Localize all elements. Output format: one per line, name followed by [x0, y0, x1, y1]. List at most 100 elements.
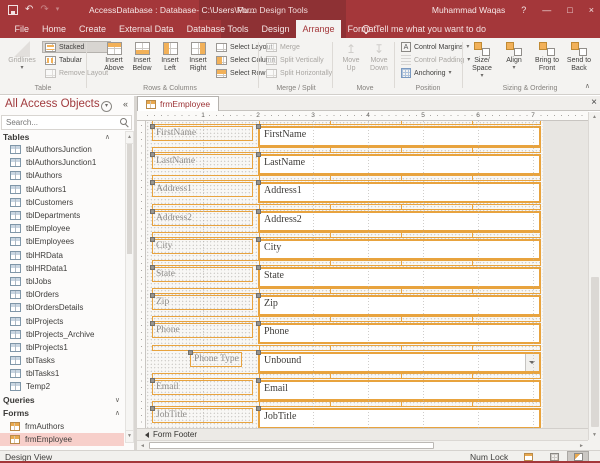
field-label-phone-type[interactable]: Phone Type	[190, 352, 242, 367]
maximize-button[interactable]: □	[567, 5, 572, 15]
scrollbar-thumb[interactable]	[591, 277, 599, 427]
text-box-firstname[interactable]: FirstName	[258, 126, 541, 147]
move-down-button[interactable]: ↧ Move Down	[366, 40, 392, 73]
text-box-lastname[interactable]: LastName	[258, 154, 541, 175]
user-name[interactable]: Muhammad Waqas	[432, 5, 505, 15]
scroll-up-icon[interactable]: ▲	[589, 112, 600, 122]
selection-handle[interactable]	[256, 293, 261, 298]
field-label-phone[interactable]: Phone	[152, 323, 253, 338]
text-box-address2[interactable]: Address2	[258, 211, 541, 232]
nav-group-tables[interactable]: Tables ∧	[0, 130, 124, 143]
merge-button[interactable]: Merge	[263, 41, 335, 53]
undo-icon[interactable]: ↶	[25, 5, 33, 15]
navigation-scrollbar[interactable]: ▲ ▼	[125, 131, 134, 443]
nav-item-tblorders[interactable]: tblOrders	[0, 288, 124, 301]
scroll-down-icon[interactable]: ▼	[589, 430, 600, 440]
selection-handle[interactable]	[188, 350, 193, 355]
scrollbar-thumb[interactable]	[127, 144, 132, 254]
insert-right-button[interactable]: Insert Right	[184, 40, 212, 73]
selection-handle[interactable]	[150, 124, 155, 129]
field-label-lastname[interactable]: LastName	[152, 154, 253, 169]
selection-handle[interactable]	[150, 321, 155, 326]
text-box-address1[interactable]: Address1	[258, 182, 541, 203]
design-view-button[interactable]	[567, 451, 589, 462]
tell-me-box[interactable]: Tell me what you want to do	[352, 20, 486, 38]
selection-handle[interactable]	[150, 378, 155, 383]
field-label-jobtitle[interactable]: JobTitle	[152, 408, 253, 423]
nav-group-queries[interactable]: Queries ∨	[0, 394, 124, 407]
nav-item-frmemployee[interactable]: frmEmployee	[0, 433, 124, 446]
shutter-bar-close-icon[interactable]: «	[123, 99, 128, 109]
nav-item-tblemployee[interactable]: tblEmployee	[0, 222, 124, 235]
nav-item-tblprojects[interactable]: tblProjects	[0, 314, 124, 327]
move-up-button[interactable]: ↥ Move Up	[338, 40, 364, 73]
navigation-menu-icon[interactable]: ▾	[101, 101, 112, 112]
selection-handle[interactable]	[150, 209, 155, 214]
nav-item-tblhrdata[interactable]: tblHRData	[0, 249, 124, 262]
nav-item-tblcustomers[interactable]: tblCustomers	[0, 196, 124, 209]
vertical-scrollbar[interactable]: ▲ ▼	[588, 112, 600, 440]
navigation-pane-header[interactable]: All Access Objects ▾ «	[0, 96, 134, 115]
tab-home[interactable]: Home	[36, 20, 73, 38]
selection-handle[interactable]	[256, 406, 261, 411]
collapse-ribbon-icon[interactable]: ∧	[585, 82, 590, 90]
nav-group-forms[interactable]: Forms ∧	[0, 407, 124, 420]
close-document-icon[interactable]: ×	[591, 97, 597, 108]
text-box-state[interactable]: State	[258, 267, 541, 288]
tab-arrange[interactable]: Arrange	[296, 20, 341, 38]
tab-file[interactable]: File	[8, 20, 36, 38]
field-label-address1[interactable]: Address1	[152, 182, 253, 197]
document-tab-frmemployee[interactable]: frmEmployee	[137, 96, 219, 111]
form-view-button[interactable]	[517, 451, 539, 462]
nav-item-tblauthors[interactable]: tblAuthors	[0, 169, 124, 182]
search-input[interactable]	[2, 116, 131, 129]
nav-item-tblprojects-archive[interactable]: tblProjects_Archive	[0, 328, 124, 341]
customize-quick-access-icon[interactable]: ▾	[56, 5, 60, 15]
selection-handle[interactable]	[256, 124, 261, 129]
text-box-phone[interactable]: Phone	[258, 323, 541, 344]
nav-item-tbldepartments[interactable]: tblDepartments	[0, 209, 124, 222]
combo-dropdown-button[interactable]	[525, 354, 539, 371]
insert-below-button[interactable]: Insert Below	[128, 40, 156, 73]
selection-handle[interactable]	[256, 152, 261, 157]
field-label-city[interactable]: City	[152, 239, 253, 254]
selection-handle[interactable]	[256, 378, 261, 383]
layout-view-button[interactable]	[543, 451, 565, 462]
send-to-back-button[interactable]: Send to Back	[564, 40, 594, 73]
minimize-button[interactable]: —	[542, 5, 551, 15]
text-box-email[interactable]: Email	[258, 380, 541, 401]
nav-item-tblprojects1[interactable]: tblProjects1	[0, 341, 124, 354]
selection-handle[interactable]	[150, 265, 155, 270]
scroll-left-icon[interactable]: ◄	[140, 442, 145, 450]
nav-item-tblauthorsjunction1[interactable]: tblAuthorsJunction1	[0, 156, 124, 169]
scroll-right-icon[interactable]: ►	[579, 442, 584, 450]
navigation-search-box[interactable]	[1, 115, 132, 130]
form-design-surface[interactable]: FirstNameFirstNameLastNameLastNameAddres…	[146, 121, 543, 428]
insert-above-button[interactable]: Insert Above	[100, 40, 128, 73]
save-icon[interactable]	[8, 5, 18, 15]
align-button[interactable]: Align ▾	[500, 40, 528, 71]
nav-item-tblauthors1[interactable]: tblAuthors1	[0, 183, 124, 196]
tab-external-data[interactable]: External Data	[113, 20, 181, 38]
insert-left-button[interactable]: Insert Left	[156, 40, 184, 73]
redo-icon[interactable]: ↷	[40, 5, 48, 15]
selection-handle[interactable]	[150, 406, 155, 411]
horizontal-scrollbar[interactable]: ◄ ►	[137, 440, 588, 450]
tab-design[interactable]: Design	[255, 20, 296, 38]
text-box-zip[interactable]: Zip	[258, 295, 541, 316]
selection-handle[interactable]	[256, 265, 261, 270]
scroll-down-icon[interactable]: ▼	[126, 430, 133, 442]
search-icon[interactable]	[120, 118, 127, 125]
form-footer-section-bar[interactable]: Form Footer	[137, 428, 588, 440]
selection-handle[interactable]	[150, 293, 155, 298]
split-vertically-button[interactable]: Split Vertically	[263, 54, 335, 66]
gridlines-button[interactable]: Gridlines ▾	[4, 40, 40, 71]
tab-database-tools[interactable]: Database Tools	[180, 20, 255, 38]
field-label-state[interactable]: State	[152, 267, 253, 282]
combo-box-unbound[interactable]: Unbound	[258, 352, 541, 373]
scroll-up-icon[interactable]: ▲	[126, 132, 133, 144]
selection-handle[interactable]	[150, 237, 155, 242]
nav-item-tbltasks[interactable]: tblTasks	[0, 354, 124, 367]
selection-handle[interactable]	[150, 152, 155, 157]
help-button[interactable]: ?	[521, 5, 526, 15]
